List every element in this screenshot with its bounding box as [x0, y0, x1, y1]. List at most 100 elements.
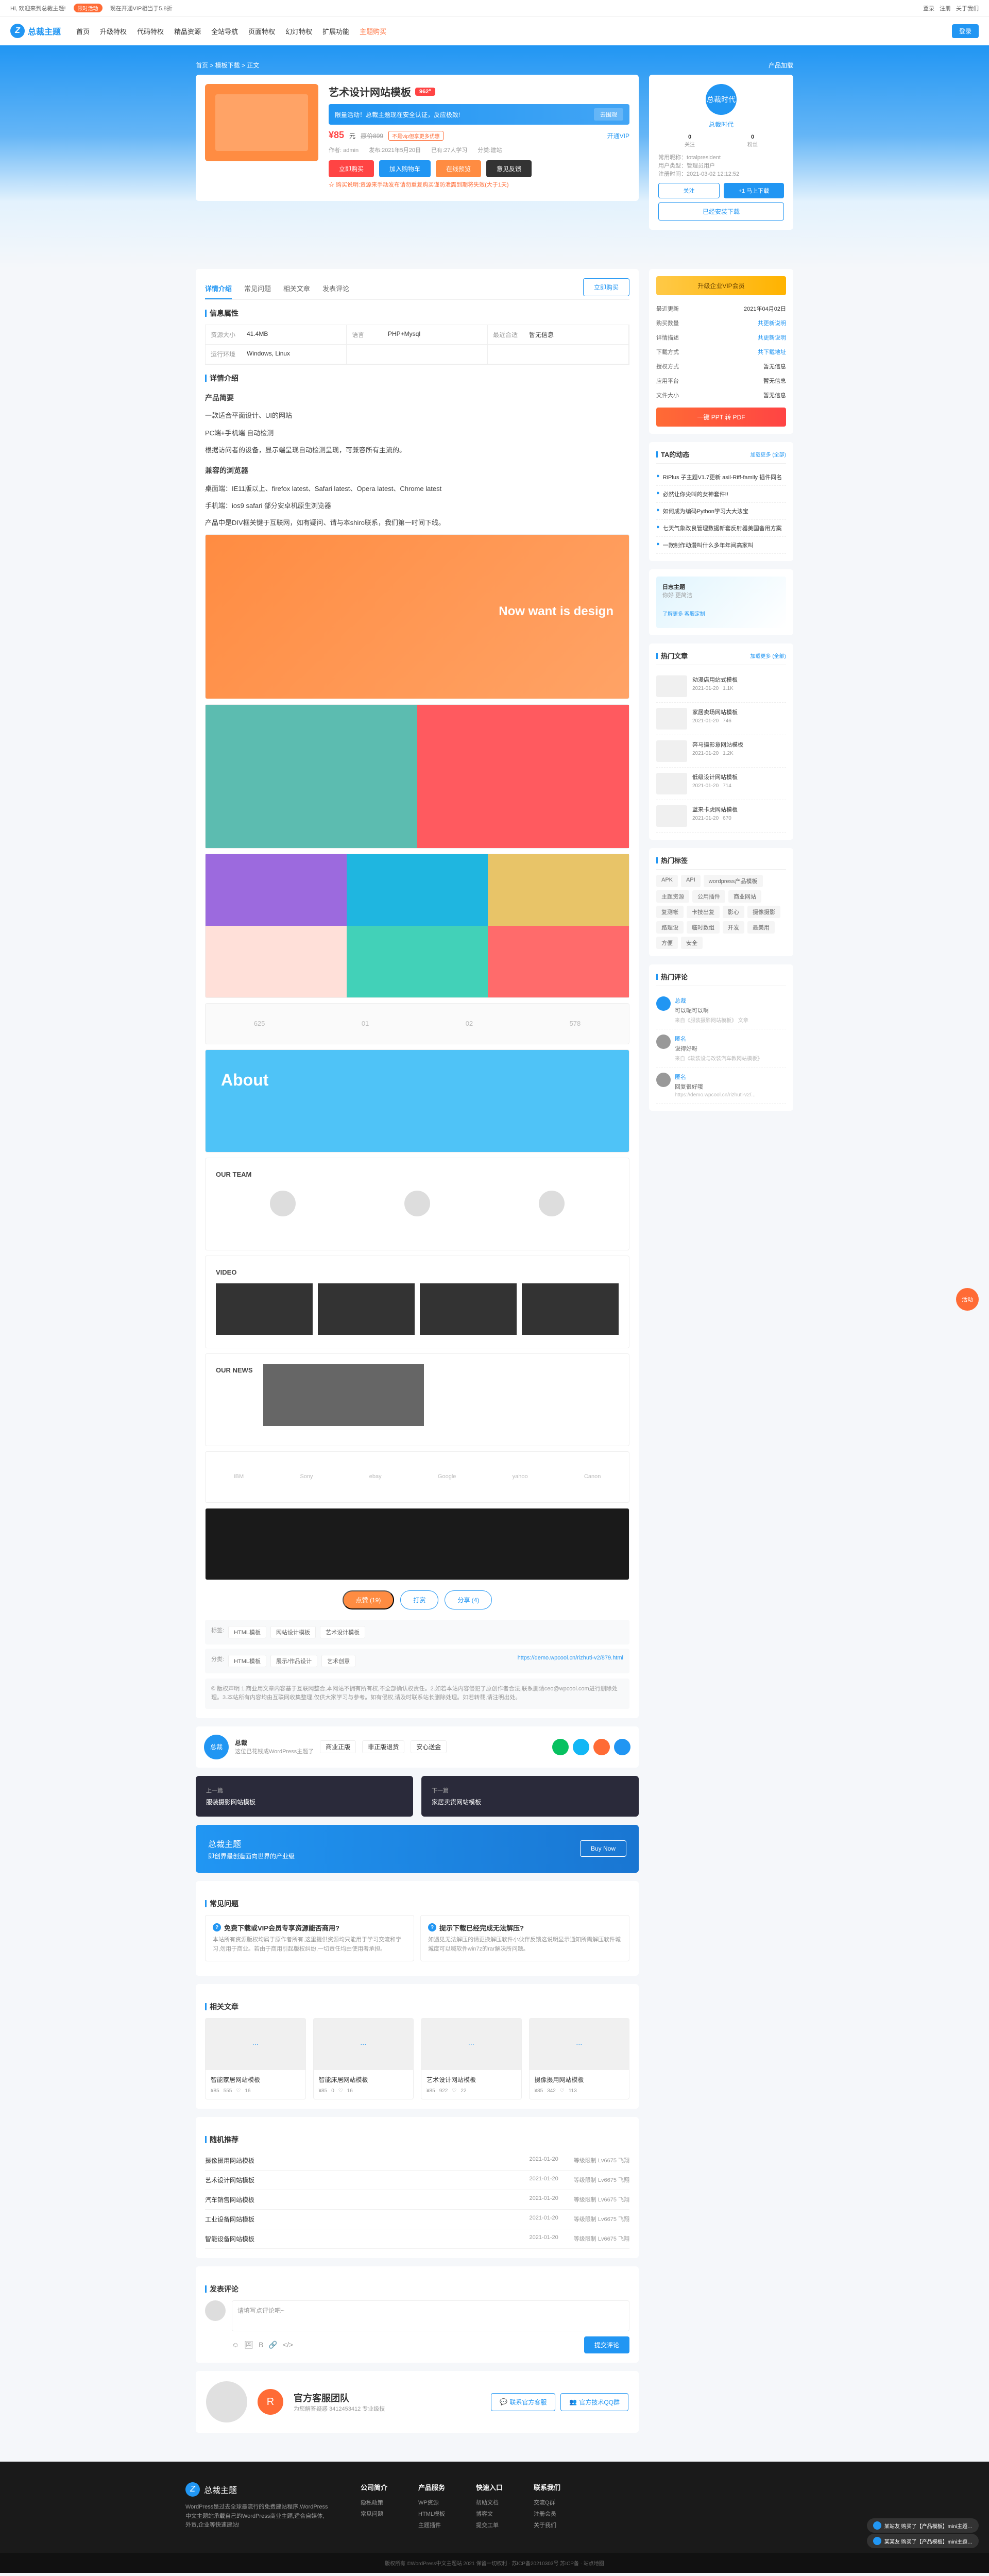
- dl-row[interactable]: 艺术设计网站模板2021-01-20等级限制 Lv6675 飞翔: [205, 2171, 629, 2190]
- cta-button[interactable]: Buy Now: [580, 1840, 626, 1857]
- tag-item[interactable]: 方便: [656, 937, 678, 949]
- topbar-about[interactable]: 关于我们: [956, 4, 979, 12]
- related-item[interactable]: ⋯ 摄像摄用网站模板¥85342♡113: [529, 2018, 630, 2099]
- contact-button[interactable]: 💬联系官方客服: [491, 2393, 555, 2411]
- tag-item[interactable]: 安全: [681, 937, 703, 949]
- cart-button[interactable]: 加入购物车: [379, 160, 431, 177]
- tab-detail[interactable]: 详情介绍: [205, 278, 232, 299]
- feedback-button[interactable]: 意见反馈: [486, 160, 532, 177]
- tag-item[interactable]: wordpress产品模板: [704, 875, 763, 887]
- installed-button[interactable]: 已经安装下载: [658, 202, 784, 221]
- tag-item[interactable]: 商业网站: [728, 890, 761, 903]
- nav-resource[interactable]: 精品资源: [174, 26, 201, 36]
- promo-pill[interactable]: 限时活动: [74, 4, 103, 12]
- share-button[interactable]: 分享 (4): [445, 1590, 492, 1609]
- hot-item[interactable]: 动漫店用站式模板2021-01-201.1K: [656, 670, 786, 703]
- tab-qa[interactable]: 常见问题: [244, 278, 271, 299]
- hot-item[interactable]: 蓝来卡虎网站模板2021-01-20670: [656, 800, 786, 833]
- comment-section: 发表评论 请填写点评论吧~ ☺ 🖼 B 🔗 </> 提交评论: [196, 2266, 639, 2363]
- price-old: 原价899: [361, 131, 383, 140]
- pdf-button[interactable]: 一键 PPT 转 PDF: [656, 408, 786, 427]
- tab-buy-button[interactable]: 立即购买: [583, 278, 629, 296]
- tag-item[interactable]: 公用插件: [692, 890, 725, 903]
- promo-banner: 限量活动！总裁主题现在安全认证，反应极致! 去围观: [329, 104, 629, 125]
- nav-buy[interactable]: 主题购买: [360, 26, 386, 36]
- author-card: 总裁时代 总裁时代 0关注 0粉丝 常用昵称：totalpresident 用户…: [649, 75, 793, 230]
- submit-comment-button[interactable]: 提交评论: [584, 2336, 629, 2353]
- promo-go-button[interactable]: 去围观: [594, 108, 623, 121]
- cta-banner: 总裁主题 即创界最创造面向世界的产业级 Buy Now: [196, 1825, 639, 1873]
- related-item[interactable]: ⋯ 智能床居网站模板¥850♡16: [313, 2018, 414, 2099]
- qq-icon[interactable]: [573, 1739, 589, 1755]
- tag-item[interactable]: 复测帐: [656, 906, 684, 918]
- login-button[interactable]: 登录: [952, 24, 979, 38]
- dl-row[interactable]: 工业设备网站模板2021-01-20等级限制 Lv6675 飞翔: [205, 2210, 629, 2229]
- share-icon[interactable]: [614, 1739, 630, 1755]
- tag-item[interactable]: 临时数组: [687, 921, 720, 934]
- nav-sitemap[interactable]: 全站导航: [211, 26, 238, 36]
- nav-ext[interactable]: 扩展功能: [322, 26, 349, 36]
- author-avatar: 总裁时代: [706, 84, 737, 115]
- logo[interactable]: Z 总裁主题: [10, 24, 61, 38]
- code-icon[interactable]: </>: [283, 2341, 293, 2349]
- promo-text: 现在开通VIP相当于5.8折: [110, 4, 173, 12]
- hot-item[interactable]: 低级设计网站模板2021-01-20714: [656, 768, 786, 800]
- detail-title: 详情介绍: [205, 373, 629, 383]
- qa-item: ?提示下载已经完成无法解压? 如遇见无法解压的请更换解压软件小伙伴反馈这说明显示…: [420, 1915, 629, 1961]
- tag-item[interactable]: 路理设: [656, 921, 684, 934]
- preview-button[interactable]: 在线预览: [436, 160, 481, 177]
- related-item[interactable]: ⋯ 艺术设计网站模板¥85922♡22: [421, 2018, 522, 2099]
- qq-group-button[interactable]: 👥官方技术QQ群: [560, 2393, 628, 2411]
- question-icon: ?: [213, 1923, 221, 1931]
- nav-upgrade[interactable]: 升级特权: [100, 26, 127, 36]
- dl-row[interactable]: 汽车销售网站模板2021-01-20等级限制 Lv6675 飞翔: [205, 2190, 629, 2210]
- bold-icon[interactable]: B: [259, 2341, 263, 2349]
- related-item[interactable]: ⋯ 智能家居网站模板¥85555♡16: [205, 2018, 306, 2099]
- emoji-icon[interactable]: ☺: [232, 2341, 239, 2349]
- tag-item[interactable]: 开发: [723, 921, 744, 934]
- download-button[interactable]: +1 马上下载: [724, 183, 784, 198]
- dl-row[interactable]: 智能设备网站模板2021-01-20等级限制 Lv6675 飞翔: [205, 2229, 629, 2249]
- tag-item[interactable]: 影心: [723, 906, 744, 918]
- buy-button[interactable]: 立即购买: [329, 160, 374, 177]
- main-nav: 首页 升级特权 代码特权 精品资源 全站导航 页面特权 幻灯特权 扩展功能 主题…: [76, 26, 386, 36]
- strip-avatar: 总裁: [204, 1735, 229, 1759]
- activity-float-button[interactable]: 活动: [956, 1288, 979, 1311]
- tag-item[interactable]: 最美用: [747, 921, 775, 934]
- related-section: 相关文章 ⋯ 智能家居网站模板¥85555♡16 ⋯ 智能床居网站模板¥850♡…: [196, 1984, 639, 2109]
- comment-input[interactable]: 请填写点评论吧~: [232, 2300, 629, 2331]
- author-name[interactable]: 总裁时代: [658, 120, 784, 129]
- tag-item[interactable]: 摄像摄影: [747, 906, 780, 918]
- link-icon[interactable]: 🔗: [268, 2341, 277, 2349]
- hot-item[interactable]: 家居卖场网站模板2021-01-20746: [656, 703, 786, 735]
- vote-row: 点赞 (19) 打赏 分享 (4): [205, 1590, 629, 1609]
- vip-banner[interactable]: 升级企业VIP会员: [656, 276, 786, 295]
- tab-comments[interactable]: 发表评论: [322, 278, 349, 299]
- qa-item: ?免费下载或VIP会员专享资源能否商用? 本站所有资源版权均属于原作者所有,这里…: [205, 1915, 414, 1961]
- hot-item[interactable]: 奔马摄影意网站模板2021-01-201.2K: [656, 735, 786, 768]
- nav-page[interactable]: 页面特权: [248, 26, 275, 36]
- follow-button[interactable]: 关注: [658, 183, 720, 198]
- topbar-login[interactable]: 登录: [923, 4, 934, 12]
- nav-code[interactable]: 代码特权: [137, 26, 164, 36]
- tab-related[interactable]: 相关文章: [283, 278, 310, 299]
- preview-video: VIDEO: [205, 1256, 629, 1348]
- image-icon[interactable]: 🖼: [244, 2341, 253, 2349]
- topbar-register[interactable]: 注册: [940, 4, 951, 12]
- next-card[interactable]: 下一篇 家居卖货网站模板: [421, 1776, 639, 1817]
- nav-slide[interactable]: 幻灯特权: [285, 26, 312, 36]
- nav-home[interactable]: 首页: [76, 26, 90, 36]
- tag-item[interactable]: 主题资源: [656, 890, 689, 903]
- tag-item[interactable]: API: [681, 875, 701, 887]
- price: ¥85: [329, 130, 344, 141]
- tip-button[interactable]: 打赏: [400, 1590, 438, 1609]
- tag-item[interactable]: 卡技出复: [687, 906, 720, 918]
- like-button[interactable]: 点赞 (19): [343, 1590, 395, 1609]
- vip-link[interactable]: 开通VIP: [607, 131, 629, 140]
- prev-card[interactable]: 上一篇 服装摄影网站模板: [196, 1776, 413, 1817]
- weibo-icon[interactable]: [593, 1739, 610, 1755]
- tag-item[interactable]: APK: [656, 875, 678, 887]
- dl-row[interactable]: 摄像摄用网站模板2021-01-20等级限制 Lv6675 飞翔: [205, 2151, 629, 2171]
- wechat-icon[interactable]: [552, 1739, 569, 1755]
- attr-grid: 资源大小41.4MB 语言PHP+Mysql 最近合适暂无信息 运行环境Wind…: [205, 325, 629, 365]
